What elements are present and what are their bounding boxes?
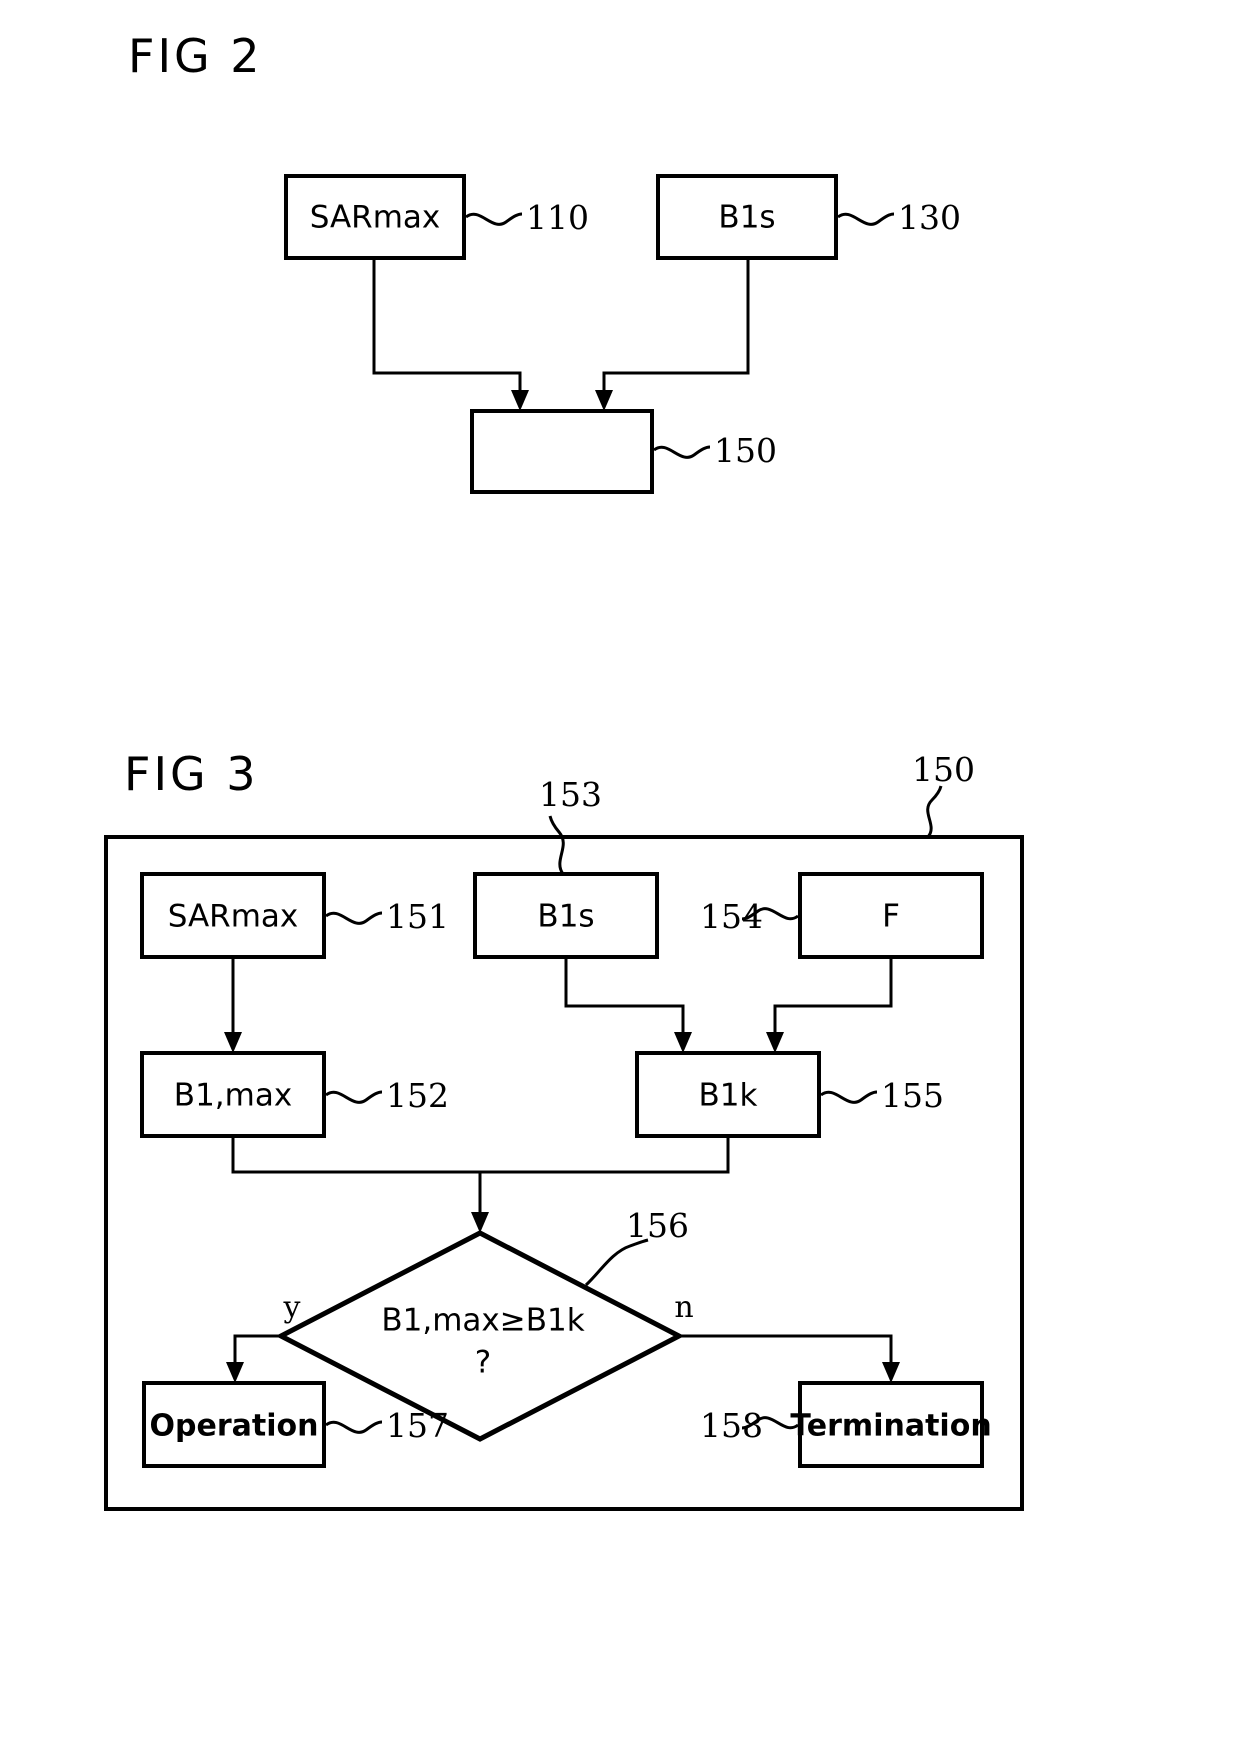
fig3-node-termination: Termination 158 <box>700 1381 992 1468</box>
fig3-node-decision: B1,max≥B1k ? 156 <box>275 1206 689 1442</box>
fig2-arrowhead-left <box>511 390 529 411</box>
fig3-b1max-ref: 152 <box>386 1076 449 1115</box>
fig3-sarmax-ref: 151 <box>386 897 449 936</box>
fig3-branch-label-no: n <box>674 1290 693 1325</box>
fig3-arrowhead-f-b1k <box>766 1032 784 1053</box>
fig3-container-ref: 150 <box>912 750 975 789</box>
fig3-container-leader-line <box>926 785 943 838</box>
fig3-b1k-ref: 155 <box>881 1076 944 1115</box>
fig3-conn-f-b1k <box>773 957 893 1040</box>
fig3-termination-ref: 158 <box>700 1406 763 1445</box>
fig3-node-f: F 154 <box>700 872 984 959</box>
fig2-node-sarmax: SARmax 110 <box>284 174 589 260</box>
fig3-b1max-leader-line <box>325 1090 383 1104</box>
fig2-result-ref: 150 <box>714 431 777 470</box>
figure-fig2: FIG 2 SARmax 110 B1s 130 150 <box>128 29 961 494</box>
fig2-arrowhead-right <box>595 390 613 411</box>
fig3-arrowhead-decision <box>471 1212 489 1233</box>
fig3-branch-label-yes: y <box>283 1290 301 1325</box>
fig2-sarmax-label: SARmax <box>310 200 441 236</box>
fig3-conn-no <box>679 1334 893 1370</box>
fig3-title: FIG 3 <box>124 747 259 801</box>
fig2-b1s-leader-line <box>837 212 895 226</box>
fig3-sarmax-label: SARmax <box>168 899 299 935</box>
fig3-b1s-ref: 153 <box>539 775 602 814</box>
fig3-node-b1k: B1k 155 <box>635 1051 944 1138</box>
fig2-result-box <box>470 409 654 494</box>
fig3-operation-leader-line <box>325 1420 383 1434</box>
fig3-connector-no-to-termination <box>679 1334 900 1383</box>
fig2-b1s-ref: 130 <box>898 198 961 237</box>
figure-fig3: FIG 3 150 SARmax 151 B1s 153 F 154 B1,ma… <box>104 747 1024 1511</box>
fig3-decision-label-line2: ? <box>475 1345 491 1381</box>
fig3-b1max-label: B1,max <box>174 1078 292 1114</box>
fig3-b1s-label: B1s <box>537 899 594 935</box>
fig3-f-ref: 154 <box>700 897 763 936</box>
fig3-decision-leader-line <box>584 1238 649 1287</box>
fig2-sarmax-ref: 110 <box>526 198 589 237</box>
fig2-node-result: 150 <box>470 409 777 494</box>
patent-figure-sheet: FIG 2 SARmax 110 B1s 130 150 FIG 3 150 S… <box>0 0 1240 1761</box>
fig3-decision-label-line1: B1,max≥B1k <box>381 1303 584 1339</box>
fig3-connector-b1s-to-b1k <box>564 957 692 1053</box>
fig3-operation-label: Operation <box>150 1409 319 1444</box>
fig3-arrowhead-operation <box>226 1362 244 1383</box>
fig3-termination-label: Termination <box>790 1409 991 1444</box>
fig2-result-leader-line <box>653 445 711 459</box>
fig3-connector-yes-to-operation <box>226 1334 281 1383</box>
fig3-node-b1max: B1,max 152 <box>140 1051 449 1138</box>
fig3-connector-sarmax-to-b1max <box>224 957 242 1053</box>
fig2-conn-path-left <box>372 258 522 398</box>
fig2-b1s-label: B1s <box>718 200 775 236</box>
fig3-conn-b1s-b1k <box>564 957 685 1040</box>
fig3-f-label: F <box>882 899 900 935</box>
fig3-arrowhead-sarmax-b1max <box>224 1032 242 1053</box>
fig2-conn-path-right <box>602 258 750 398</box>
fig3-arrowhead-termination <box>882 1362 900 1383</box>
fig2-sarmax-leader-line <box>465 212 523 226</box>
fig2-title: FIG 2 <box>128 29 263 83</box>
fig3-arrowhead-b1s-b1k <box>674 1032 692 1053</box>
fig3-connector-f-to-b1k <box>766 957 893 1053</box>
fig3-b1k-leader-line <box>820 1090 878 1104</box>
fig2-connector-sarmax-to-result <box>372 258 529 411</box>
fig2-connector-b1s-to-result <box>595 258 750 411</box>
fig3-sarmax-leader-line <box>325 911 383 925</box>
fig3-operation-ref: 157 <box>386 1406 449 1445</box>
fig3-b1k-label: B1k <box>699 1078 758 1114</box>
fig2-node-b1s: B1s 130 <box>656 174 961 260</box>
fig3-b1s-leader-line <box>548 815 565 875</box>
figure-canvas: FIG 2 SARmax 110 B1s 130 150 FIG 3 150 S… <box>104 29 1024 1511</box>
fig3-node-sarmax: SARmax 151 <box>140 872 449 959</box>
fig3-decision-ref: 156 <box>626 1206 689 1245</box>
fig3-conn-merge-bus <box>231 1136 730 1174</box>
fig3-node-b1s: B1s 153 <box>473 775 659 959</box>
